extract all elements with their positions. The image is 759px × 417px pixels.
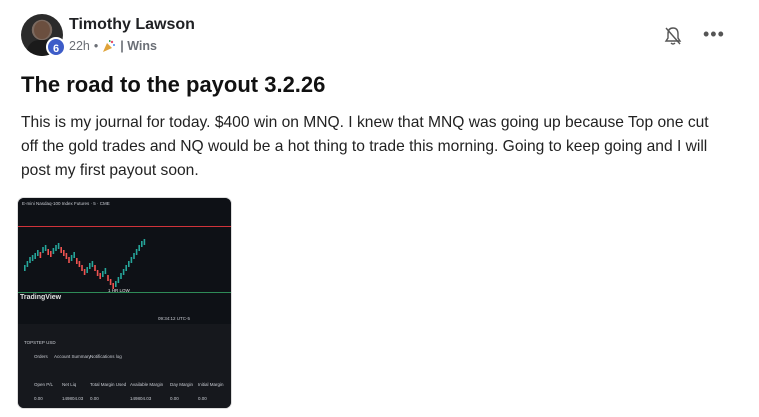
- candle: [68, 257, 70, 263]
- avatar-head: [34, 21, 50, 39]
- screenshot-time-readout: 09:34:12 UTC-5: [158, 316, 191, 321]
- candle: [109, 279, 112, 285]
- candle: [37, 250, 39, 256]
- candle: [63, 250, 65, 256]
- candle: [42, 247, 44, 253]
- author-name[interactable]: Timothy Lawson: [69, 16, 195, 34]
- candle: [94, 265, 96, 271]
- screenshot-col-3: Available Margin: [130, 382, 164, 387]
- candle: [120, 273, 122, 279]
- candle: [26, 261, 29, 267]
- screenshot-col-1: Net Liq: [62, 382, 77, 387]
- candle: [143, 239, 146, 245]
- screenshot-panel: TOPSTEP USD Orders Account Summary Notif…: [18, 324, 231, 408]
- level-badge: 6: [46, 37, 66, 57]
- candle: [52, 248, 55, 254]
- screenshot-val-0: 0.00: [34, 396, 43, 401]
- candle: [130, 257, 133, 263]
- candle: [102, 271, 104, 277]
- candle: [115, 281, 117, 287]
- candle: [44, 245, 47, 251]
- candle: [86, 267, 88, 273]
- candle: [39, 252, 42, 258]
- candle: [34, 253, 36, 259]
- post-card: 6 Timothy Lawson 22h • | Wins ••• The ro…: [0, 0, 759, 417]
- post-body: This is my journal for today. $400 win o…: [21, 114, 709, 179]
- attached-screenshot[interactable]: E-mini Nasdaq-100 Index Futures · 5 · CM…: [18, 198, 231, 408]
- candle: [24, 265, 26, 271]
- candle: [73, 252, 75, 258]
- candle: [55, 245, 57, 251]
- screenshot-val-4: 0.00: [170, 396, 179, 401]
- candle: [141, 241, 143, 247]
- candle: [122, 269, 125, 275]
- candle: [99, 273, 101, 279]
- screenshot-tab-log: Notifications log: [90, 354, 122, 359]
- screenshot-candles: [24, 239, 146, 289]
- candle: [128, 261, 130, 267]
- screenshot-val-3: 149804.03: [130, 396, 152, 401]
- candle: [89, 263, 91, 269]
- screenshot-tab-orders: Orders: [34, 354, 48, 359]
- screenshot-val-2: 0.00: [90, 396, 99, 401]
- screenshot-val-1: 149804.03: [62, 396, 84, 401]
- screenshot-brand: TradingView: [20, 294, 62, 301]
- candle: [78, 261, 81, 267]
- screenshot-col-5: Initial Margin: [198, 382, 224, 387]
- post-title: The road to the payout 3.2.26: [21, 72, 326, 97]
- post-category[interactable]: | Wins: [120, 39, 157, 53]
- screenshot-val-5: 0.00: [198, 396, 207, 401]
- candle: [47, 249, 49, 255]
- screenshot-col-0: Open P/L: [34, 382, 54, 387]
- candle: [83, 269, 86, 275]
- candle: [57, 243, 60, 249]
- party-popper-icon: [103, 40, 116, 52]
- more-dots-icon[interactable]: •••: [703, 25, 725, 43]
- meta-separator: •: [93, 39, 99, 53]
- screenshot-chart-area: E-mini Nasdaq-100 Index Futures · 5 · CM…: [18, 198, 231, 324]
- candle: [50, 251, 52, 257]
- screenshot-tab-summary: Account Summary: [54, 354, 91, 359]
- candle: [70, 255, 73, 261]
- screenshot-col-2: Total Margin Used: [90, 382, 127, 387]
- candle: [81, 265, 83, 271]
- candle: [91, 261, 94, 267]
- candle: [135, 249, 138, 255]
- candle: [107, 275, 109, 281]
- candle: [65, 253, 68, 259]
- candle: [125, 265, 127, 271]
- candle: [31, 255, 34, 261]
- screenshot-low-label: 1 HR LOW: [108, 288, 130, 293]
- candle: [117, 277, 120, 283]
- candle: [104, 268, 107, 274]
- screenshot-col-4: Day Margin: [170, 382, 194, 387]
- candle: [138, 245, 140, 251]
- bell-slash-icon[interactable]: [664, 26, 682, 46]
- post-meta: 22h • | Wins: [69, 39, 157, 53]
- candle: [76, 258, 78, 264]
- candle: [133, 253, 135, 259]
- post-time[interactable]: 22h: [69, 39, 90, 53]
- candle: [96, 270, 99, 276]
- screenshot-account: TOPSTEP USD: [24, 340, 56, 345]
- candle: [60, 247, 62, 253]
- candle: [29, 257, 31, 263]
